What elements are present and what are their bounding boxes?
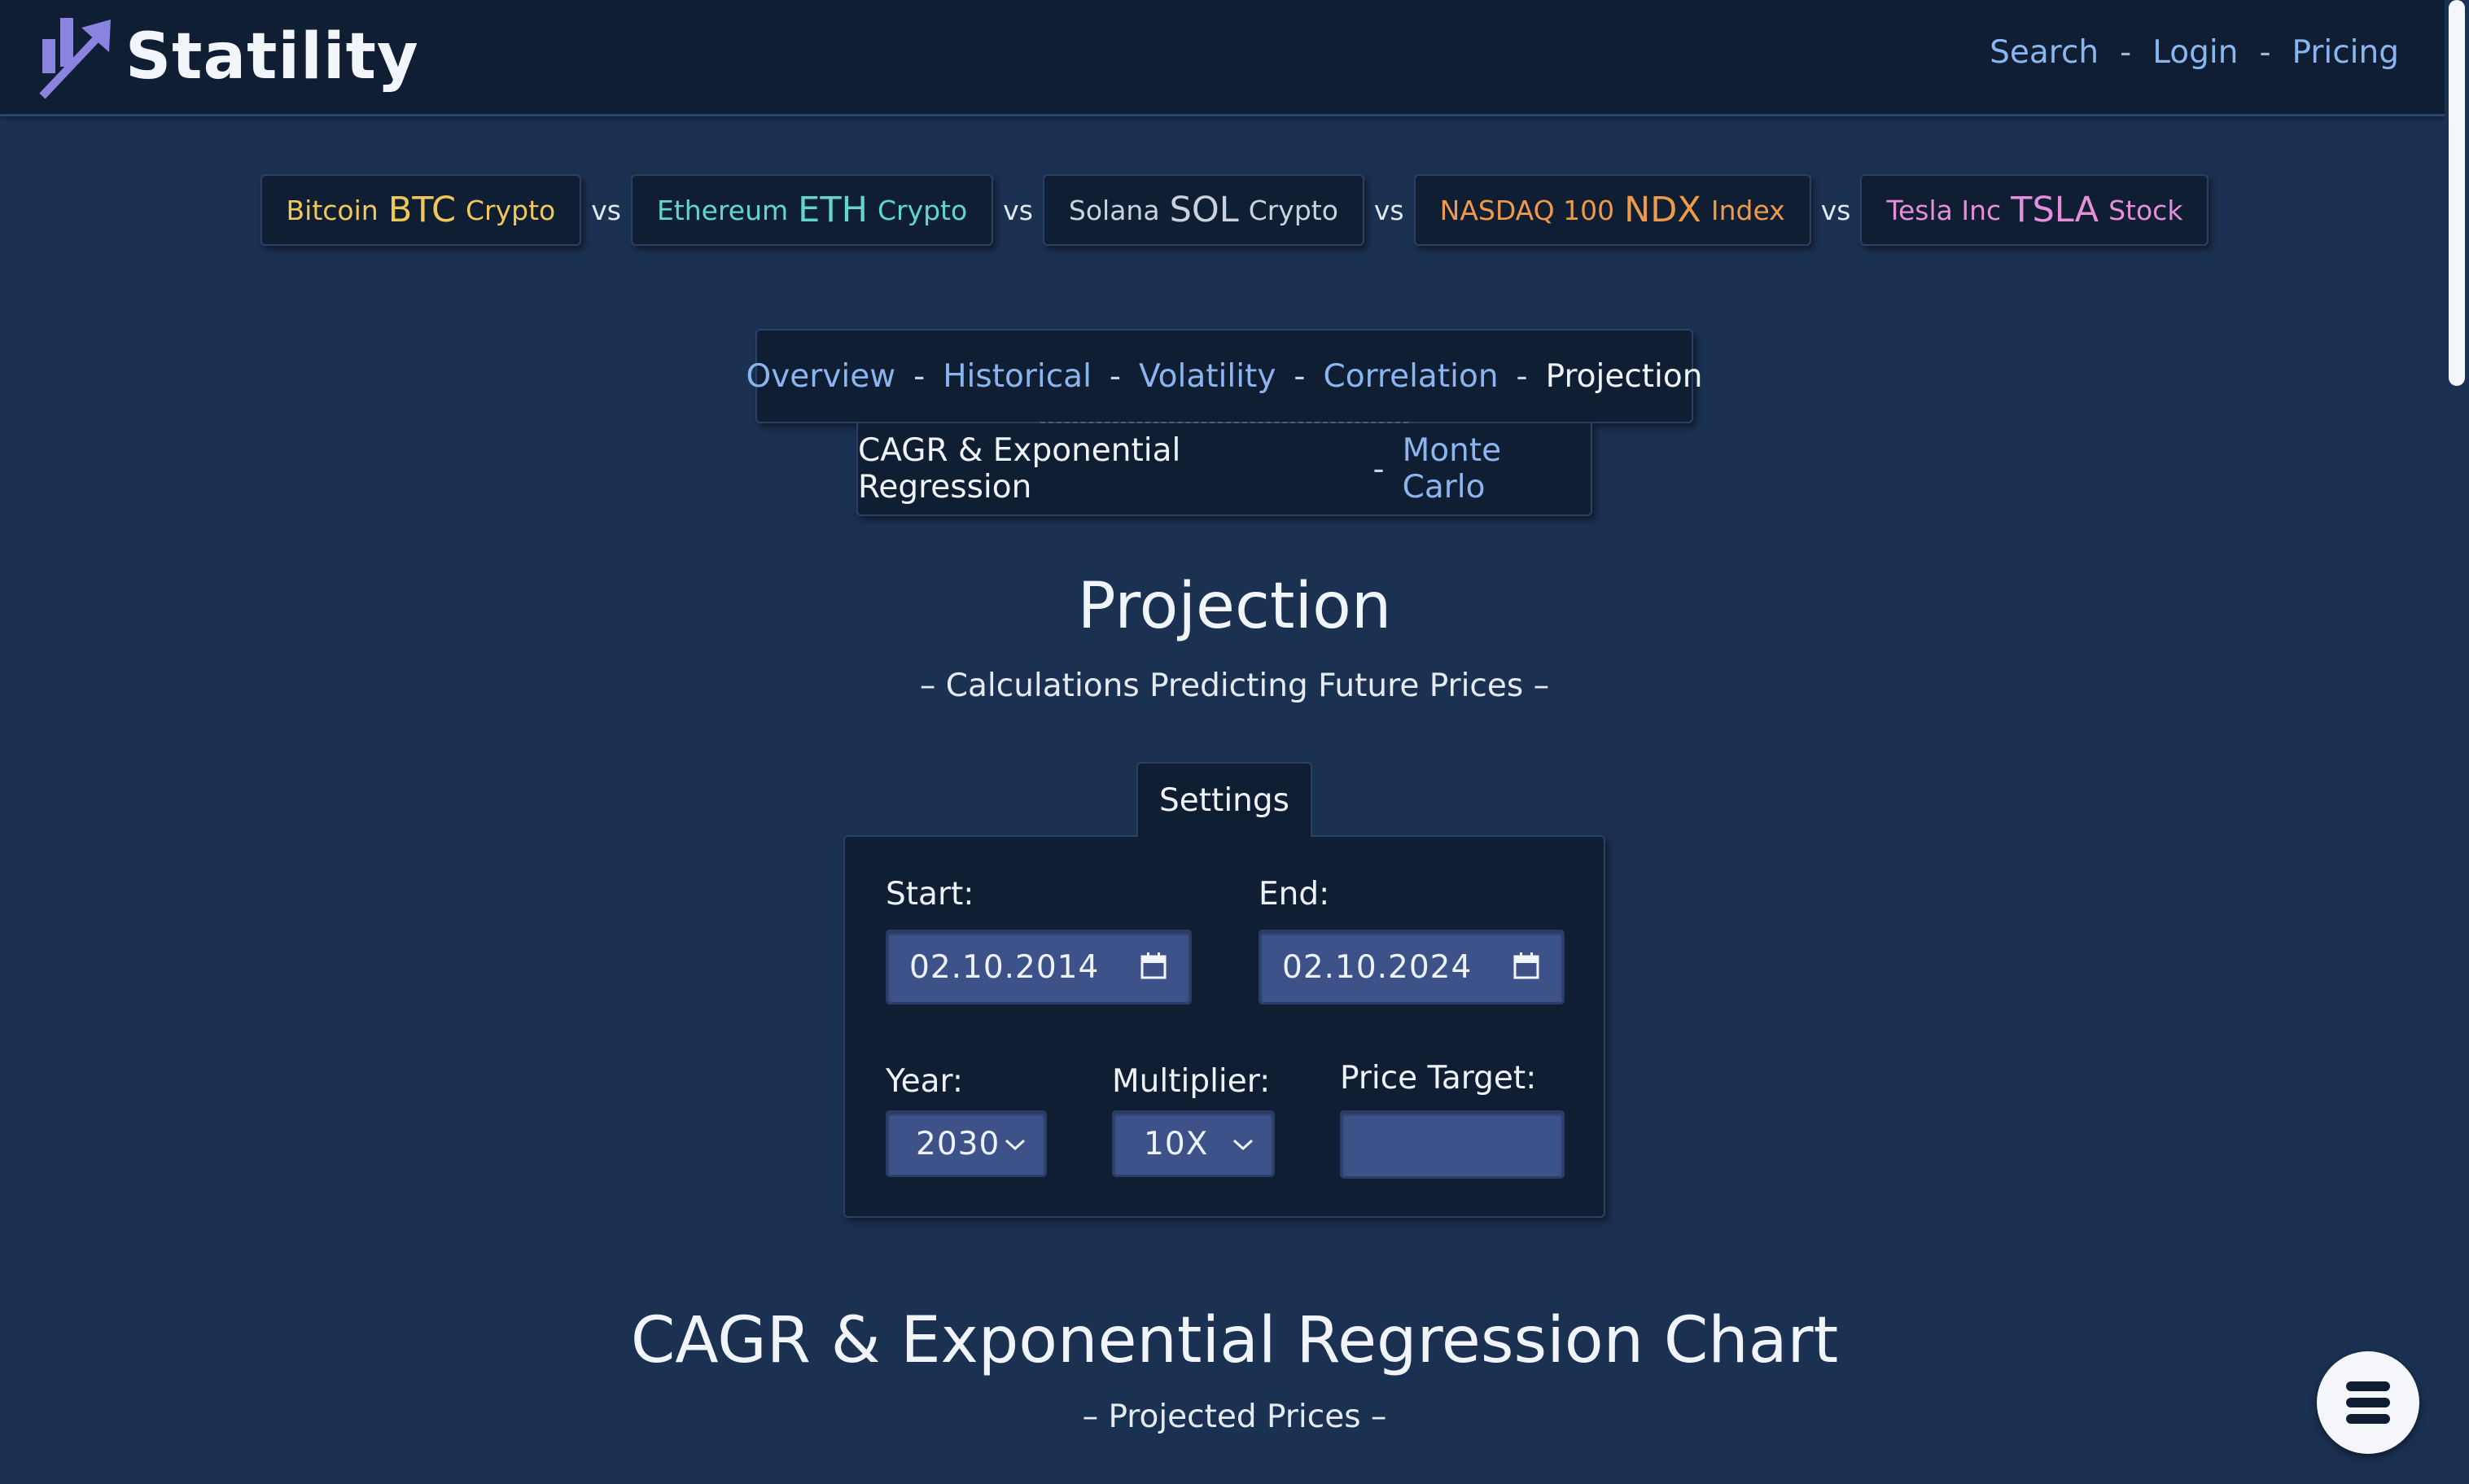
asset-kind: Crypto <box>466 194 556 226</box>
multiplier-select[interactable]: 10X <box>1112 1110 1275 1177</box>
settings-panel: Start: 02.10.2014 End: 02.10.2024 Year: … <box>843 835 1605 1218</box>
start-date-value: 02.10.2014 <box>909 948 1100 986</box>
asset-ticker: TSLA <box>2011 190 2099 230</box>
section-nav-secondary: CAGR & Exponential Regression - Monte Ca… <box>856 423 1592 516</box>
asset-name: Ethereum <box>656 194 789 226</box>
nav-search-link[interactable]: Search <box>1990 34 2099 71</box>
tab-historical[interactable]: Historical <box>943 358 1092 395</box>
subtab-cagr-regression[interactable]: CAGR & Exponential Regression <box>858 432 1355 506</box>
asset-kind: Stock <box>2108 194 2183 226</box>
asset-name: Tesla Inc <box>1886 194 2002 226</box>
chevron-down-icon <box>1005 1139 1026 1151</box>
asset-kind: Crypto <box>877 194 968 226</box>
year-value: 2030 <box>916 1125 1000 1162</box>
asset-name: Bitcoin <box>286 194 379 226</box>
asset-chip-sol[interactable]: Solana SOL Crypto <box>1042 174 1364 246</box>
start-date-label: Start: <box>886 876 974 913</box>
end-date-value: 02.10.2024 <box>1282 948 1473 986</box>
tab-overview[interactable]: Overview <box>746 358 896 395</box>
calendar-icon[interactable] <box>1513 952 1539 979</box>
end-date-label: End: <box>1259 876 1330 913</box>
nav-separator: - <box>1516 357 1528 395</box>
floating-menu-button[interactable] <box>2317 1351 2419 1454</box>
nav-separator: - <box>2259 34 2271 71</box>
price-target-input[interactable] <box>1340 1110 1565 1179</box>
year-label: Year: <box>886 1063 964 1100</box>
end-date-input[interactable]: 02.10.2024 <box>1259 930 1565 1005</box>
scrollbar-thumb[interactable] <box>2449 0 2465 386</box>
year-select[interactable]: 2030 <box>886 1110 1047 1177</box>
brand-logo[interactable]: Statility <box>39 15 419 99</box>
asset-ticker: BTC <box>387 190 456 230</box>
hamburger-menu-icon <box>2346 1381 2390 1424</box>
section-nav-primary: Overview - Historical - Volatility - Cor… <box>746 329 1702 423</box>
multiplier-value: 10X <box>1144 1125 1209 1162</box>
asset-chip-eth[interactable]: Ethereum ETH Crypto <box>630 174 994 246</box>
chevron-down-icon <box>1232 1139 1254 1151</box>
top-nav: Search - Login - Pricing <box>1990 34 2399 71</box>
tab-volatility[interactable]: Volatility <box>1139 358 1276 395</box>
asset-ticker: SOL <box>1169 190 1239 230</box>
asset-name: NASDAQ 100 <box>1439 194 1615 226</box>
nav-pricing-link[interactable]: Pricing <box>2292 34 2399 71</box>
nav-login-link[interactable]: Login <box>2152 34 2238 71</box>
asset-chip-tsla[interactable]: Tesla Inc TSLA Stock <box>1860 174 2209 246</box>
asset-chip-btc[interactable]: Bitcoin BTC Crypto <box>260 174 582 246</box>
asset-kind: Crypto <box>1248 194 1338 226</box>
vs-label: vs <box>1373 194 1404 226</box>
tab-projection[interactable]: Projection <box>1546 358 1703 395</box>
page-title: Projection <box>1077 570 1392 643</box>
nav-separator: - <box>1294 357 1306 395</box>
multiplier-label: Multiplier: <box>1112 1063 1271 1100</box>
calendar-icon[interactable] <box>1140 952 1167 979</box>
chart-section-title: CAGR & Exponential Regression Chart <box>630 1304 1839 1377</box>
asset-name: Solana <box>1068 194 1160 226</box>
brand-name: Statility <box>125 20 419 94</box>
asset-chip-ndx[interactable]: NASDAQ 100 NDX Index <box>1413 174 1811 246</box>
asset-ticker: ETH <box>798 190 868 230</box>
asset-comparison-bar: Bitcoin BTC Crypto vs Ethereum ETH Crypt… <box>0 173 2469 247</box>
subtab-monte-carlo[interactable]: Monte Carlo <box>1403 432 1591 506</box>
nav-separator: - <box>913 357 926 395</box>
tab-correlation[interactable]: Correlation <box>1323 358 1498 395</box>
asset-kind: Index <box>1710 194 1785 226</box>
page-subtitle: – Calculations Predicting Future Prices … <box>919 668 1550 704</box>
asset-ticker: NDX <box>1624 190 1701 230</box>
top-bar: Statility Search - Login - Pricing <box>0 0 2469 116</box>
nav-separator: - <box>2120 34 2132 71</box>
vs-label: vs <box>591 194 621 226</box>
price-target-label: Price Target: <box>1340 1060 1537 1097</box>
chart-section-subtitle: – Projected Prices – <box>1082 1399 1387 1435</box>
vs-label: vs <box>1820 194 1851 226</box>
chart-arrow-logo-icon <box>39 18 111 99</box>
start-date-input[interactable]: 02.10.2014 <box>886 930 1192 1005</box>
vs-label: vs <box>1003 194 1033 226</box>
nav-separator: - <box>1372 450 1385 488</box>
settings-tab[interactable]: Settings <box>1136 762 1312 837</box>
nav-separator: - <box>1109 357 1121 395</box>
